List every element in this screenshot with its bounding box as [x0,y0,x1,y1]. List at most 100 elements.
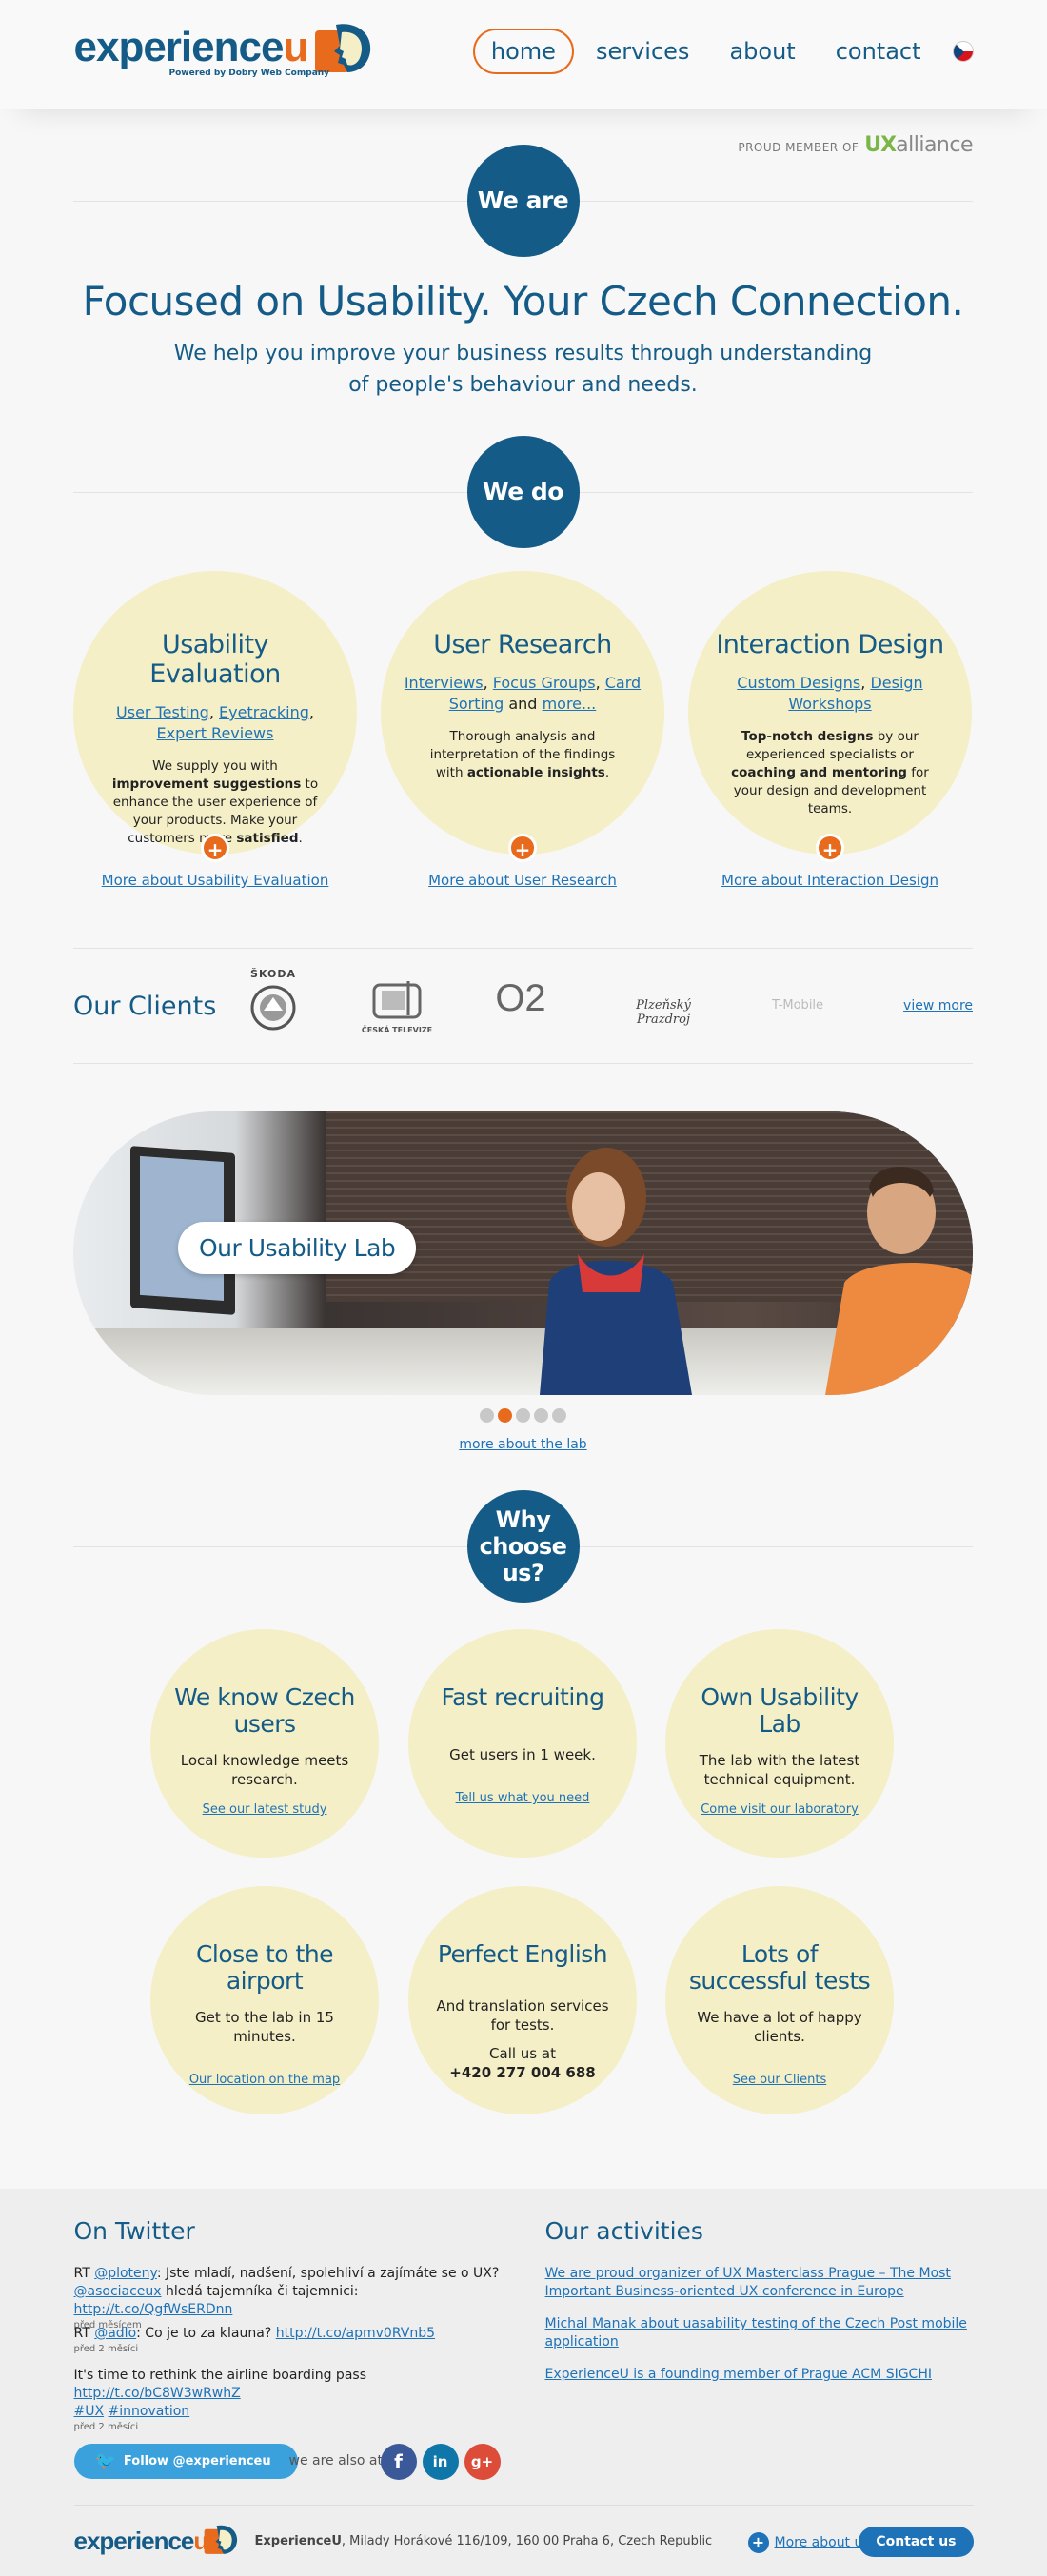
follow-label: Follow @experienceu [123,2454,271,2468]
link-interviews[interactable]: Interviews [405,674,484,692]
contact-us-button[interactable]: Contact us [859,2527,974,2557]
why-desc: Get to the lab in 15 minutes. [195,2009,334,2045]
we-do-heading: We do [73,436,973,548]
more-usability-evaluation-link[interactable]: More about Usability Evaluation [73,872,357,889]
client-prazdroj-logo[interactable]: Plzeňský Prazdroj [616,998,711,1027]
hashtag-link[interactable]: #innovation [109,2404,190,2419]
clients-section: Our Clients ŠKODA ČESKÁ TELEVIZE O2 Plze… [73,948,973,1064]
twitter-bird-icon: 🐦 [94,2451,116,2471]
facebook-icon[interactable]: f [380,2444,417,2480]
link-eyetracking[interactable]: Eyetracking [219,703,309,721]
mention-link[interactable]: @adlo [94,2326,136,2341]
more-user-research-link[interactable]: More about User Research [381,872,664,889]
we-are-circle: We are [466,145,580,257]
linkedin-icon[interactable]: in [422,2444,459,2480]
service-title: User Research [433,630,612,659]
link-user-testing[interactable]: User Testing [116,703,209,721]
service-interaction-design: Interaction Design Custom Designs, Desig… [688,571,972,889]
service-title: Interaction Design [716,630,944,659]
why-link[interactable]: See our latest study [168,1802,362,1817]
slider-dot[interactable] [480,1408,494,1423]
we-do-circle: We do [466,436,580,548]
page-subtitle: We help you improve your business result… [173,342,873,397]
service-user-research: User Research Interviews, Focus Groups, … [381,571,664,889]
phone-number[interactable]: +420 277 004 688 [425,2063,620,2082]
why-desc: The lab with the latest technical equipm… [699,1752,860,1788]
service-circle: Interaction Design Custom Designs, Desig… [688,571,972,862]
plus-icon[interactable]: + [201,834,229,862]
why-choose-us-heading: Why choose us? [73,1490,973,1603]
tweet-time: před 2 měsíci [73,2422,139,2432]
why-card: Own Usability Lab The lab with the lates… [665,1629,894,1858]
more-about-lab-link[interactable]: more about the lab [73,1437,973,1452]
view-more-clients-link[interactable]: view more [903,998,973,1013]
service-title: Usability Evaluation [149,630,281,689]
client-ceska-televize-logo[interactable]: ČESKÁ TELEVIZE [359,977,435,1034]
why-link[interactable]: Come visit our laboratory [682,1802,877,1817]
client-skoda-logo[interactable]: ŠKODA [240,968,306,1034]
service-description: Top-notch designs by our experienced spe… [731,729,929,816]
mention-link[interactable]: @ploteny [94,2266,157,2281]
why-title: We know Czech users [174,1683,355,1738]
why-card: Close to the airport Get to the lab in 1… [150,1886,379,2114]
tweet-url[interactable]: http://t.co/QgfWsERDnn [74,2302,233,2317]
more-about-us-link[interactable]: More about us [775,2535,870,2550]
why-card: Fast recruiting Get users in 1 week. Tel… [408,1629,637,1858]
why-title: Close to the airport [195,1940,334,1995]
tweet: It's time to rethink the airline boardin… [74,2367,512,2433]
why-desc: We have a lot of happy clients. [697,2009,862,2045]
why-card: Lots of successful tests We have a lot o… [665,1886,894,2114]
more-interaction-design-link[interactable]: More about Interaction Design [688,872,972,889]
why-link[interactable]: Tell us what you need [425,1791,620,1805]
phone-label: Call us at [489,2045,556,2062]
link-more[interactable]: more... [543,695,597,713]
why-link[interactable]: See our Clients [682,2073,877,2087]
slider-dot[interactable] [516,1408,530,1423]
plus-icon[interactable]: + [816,834,844,862]
link-expert-reviews[interactable]: Expert Reviews [157,724,274,742]
why-choose-us-circle: Why choose us? [466,1490,580,1603]
slider-dot-active[interactable] [498,1408,512,1423]
man-photo [825,1166,973,1395]
why-card: We know Czech users Local knowledge meet… [150,1629,379,1858]
why-title: Lots of successful tests [688,1940,871,1995]
why-desc: And translation services for tests. [436,1997,609,2034]
lab-label: Our Usability Lab [178,1222,417,1274]
service-usability-evaluation: Usability Evaluation User Testing, Eyetr… [73,571,357,889]
why-title: Own Usability Lab [701,1683,859,1738]
hashtag-link[interactable]: #UX [74,2404,105,2419]
plus-circle-icon: + [747,2532,769,2553]
tweet-url[interactable]: http://t.co/apmv0RVnb5 [276,2326,435,2341]
usability-lab-slider[interactable]: Our Usability Lab [73,1111,973,1395]
service-links: User Testing, Eyetracking, Expert Review… [116,703,314,742]
why-card: Perfect English And translation services… [408,1886,637,2114]
slider-dot[interactable] [552,1408,566,1423]
client-o2-logo[interactable]: O2 [492,977,549,1020]
link-focus-groups[interactable]: Focus Groups [493,674,596,692]
client-tmobile-logo[interactable]: T-Mobile [755,998,840,1013]
activity-link[interactable]: Michal Manak about uasability testing of… [545,2315,974,2351]
plus-icon[interactable]: + [508,834,537,862]
activities-title: Our activities [544,2217,703,2245]
clients-title: Our Clients [73,992,217,1021]
follow-twitter-button[interactable]: 🐦 Follow @experienceu [73,2444,298,2479]
google-plus-icon[interactable]: g+ [464,2444,501,2480]
link-custom-designs[interactable]: Custom Designs [737,674,860,692]
twitter-title: On Twitter [73,2217,195,2245]
footer-bar: experienceu ExperienceU, Milady Horákové… [73,2505,974,2576]
footer-address: ExperienceU, Milady Horákové 116/109, 16… [254,2534,713,2548]
service-circle: User Research Interviews, Focus Groups, … [381,571,664,862]
activity-link[interactable]: ExperienceU is a founding member of Prag… [545,2366,974,2384]
skoda-icon [250,985,296,1031]
tweet-url[interactable]: http://t.co/bC8W3wRwhZ [74,2386,241,2401]
slider-dots [73,1408,973,1426]
woman-photo [540,1148,692,1395]
tv-icon [372,981,422,1019]
mention-link[interactable]: @asociaceux [74,2284,162,2299]
why-link[interactable]: Our location on the map [168,2073,362,2087]
activity-link[interactable]: We are proud organizer of UX Masterclass… [545,2265,974,2301]
slider-dot[interactable] [534,1408,548,1423]
footer-logo[interactable]: experienceu [74,2527,209,2556]
more-about-us[interactable]: + More about us [747,2532,870,2553]
tweet: RT @ploteny: Jste mladí, nadšení, spoleh… [74,2265,512,2331]
